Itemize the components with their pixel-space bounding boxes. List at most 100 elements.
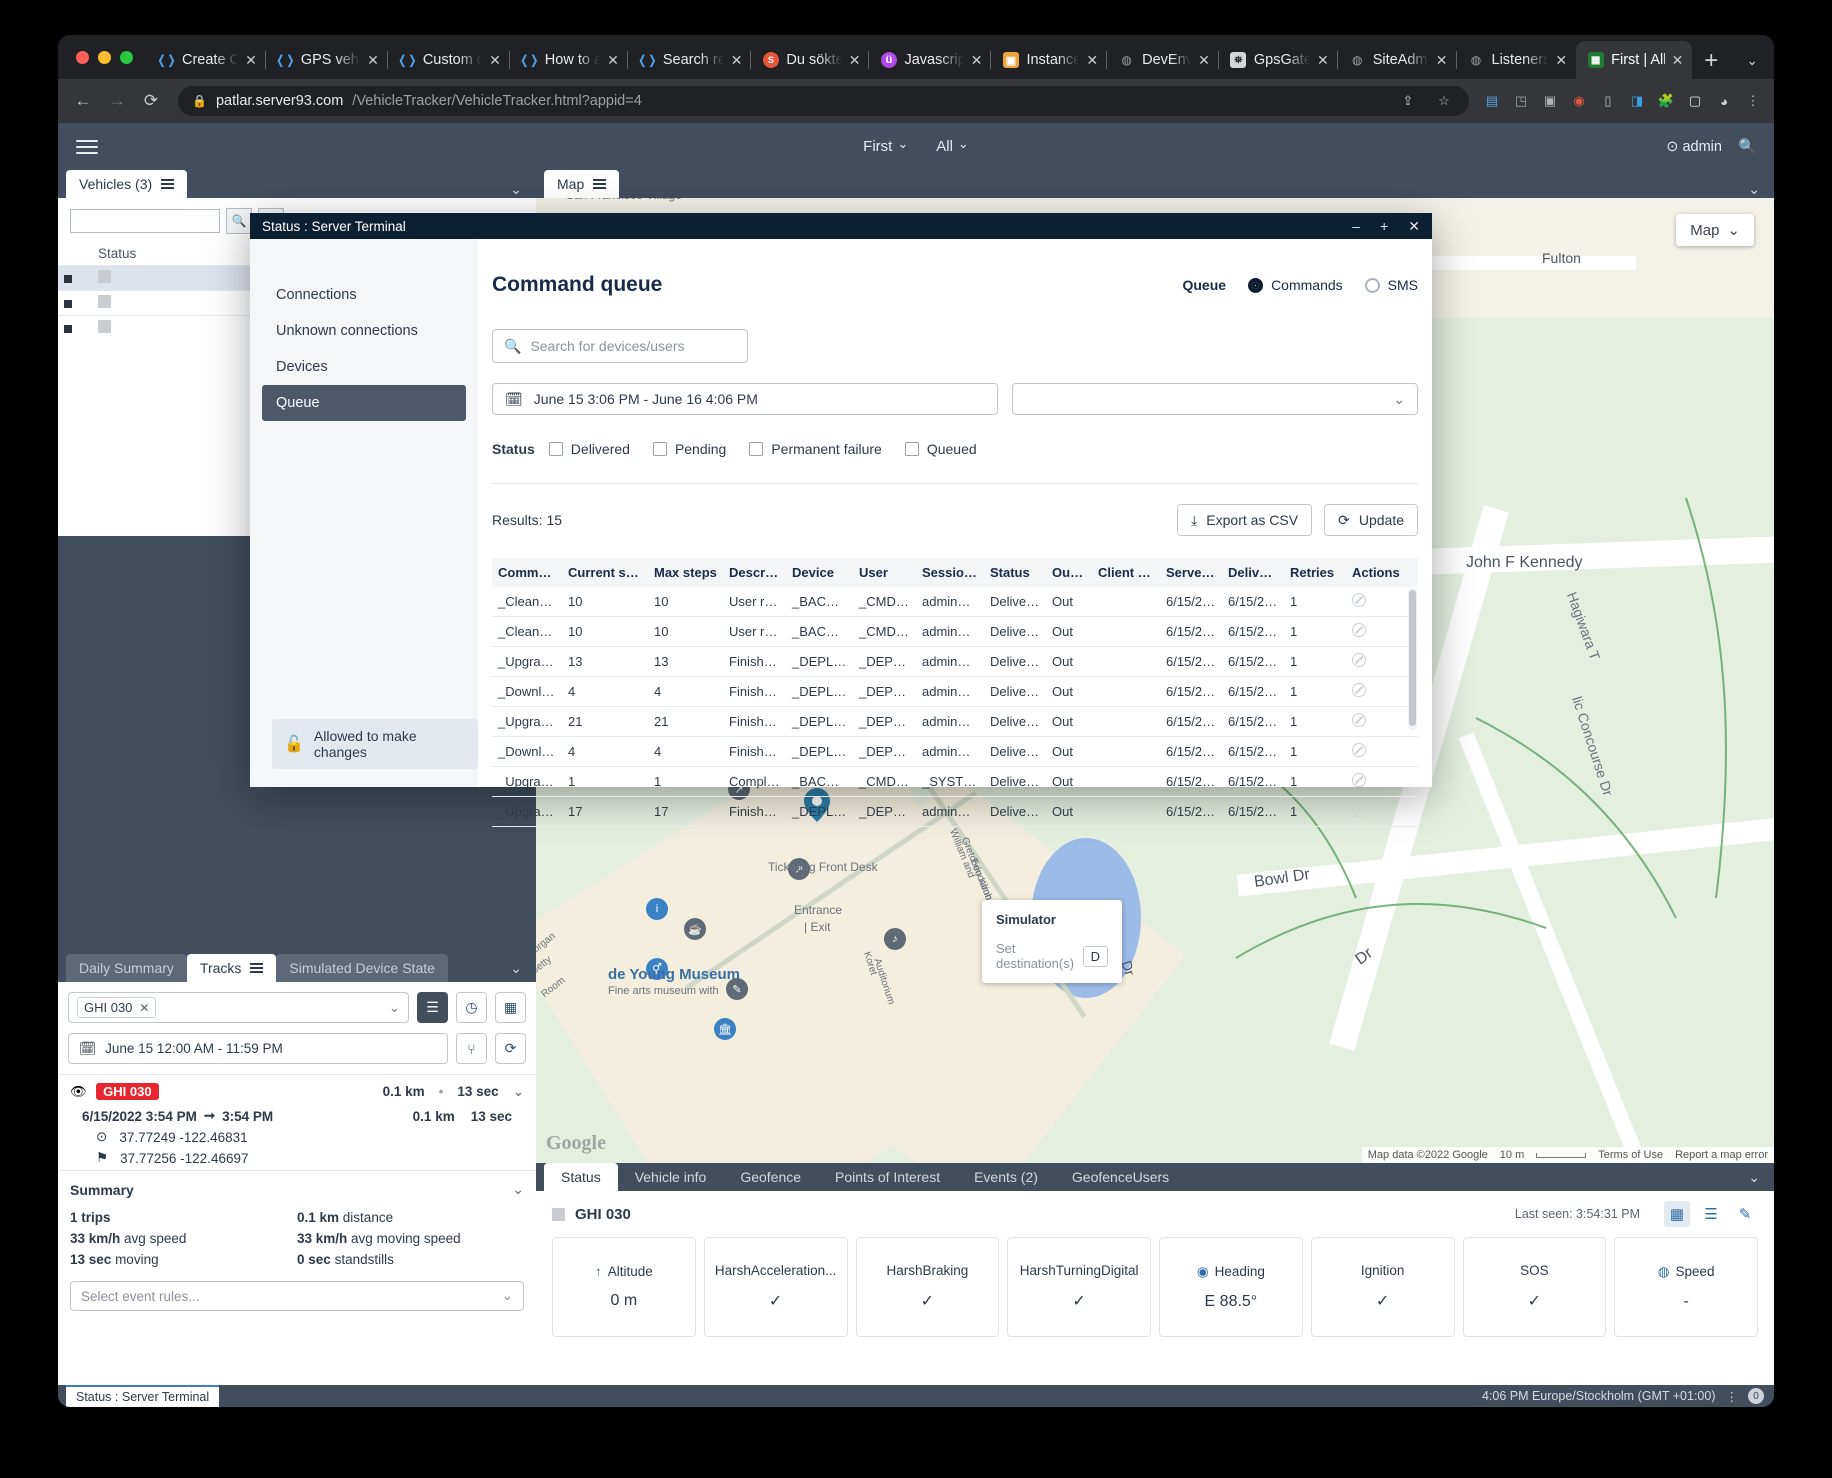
timeline-view-button[interactable]: ◷ [456,992,487,1023]
taskbar-item-server-terminal[interactable]: Status : Server Terminal [66,1385,220,1407]
table-row[interactable]: _Upgrade... 17 17 Finished ... _DEPLOY..… [492,796,1418,827]
close-icon[interactable]: ✕ [607,53,619,67]
status-bar-badge[interactable]: 0 [1748,1388,1764,1404]
tracks-date-range[interactable]: 🗓 June 15 12:00 AM - 11:59 PM [68,1033,448,1064]
table-row[interactable]: _Upgrade... 1 1 Completed _BACKGR... _CM… [492,766,1418,797]
close-icon[interactable]: ✕ [139,1001,149,1015]
map-report-link[interactable]: Report a map error [1675,1149,1768,1161]
close-window-button[interactable] [76,50,89,64]
tab-vehicle-info[interactable]: Vehicle info [618,1163,724,1191]
close-icon[interactable]: ✕ [1672,53,1684,67]
block-icon[interactable] [1352,743,1366,757]
table-row[interactable]: _Upgrade... 21 21 Finished ... _DEPLOY..… [492,706,1418,737]
lastpass-extension-icon[interactable]: ▯ [1597,90,1619,112]
status-card[interactable]: ◍ Speed - [1614,1237,1758,1337]
list-menu-icon[interactable] [250,962,264,974]
edit-icon[interactable]: ✎ [1732,1201,1758,1227]
simulator-popup[interactable]: Simulator Set destination(s) D [982,900,1122,983]
browser-tab-active[interactable]: ▦ First | All ✕ [1576,41,1693,79]
dialog-title-bar[interactable]: Status : Server Terminal – + ✕ [250,213,1432,239]
maximize-window-button[interactable] [120,50,133,64]
tab-events[interactable]: Events (2) [957,1163,1055,1191]
tab-status[interactable]: Status [544,1163,618,1191]
status-bar-menu-icon[interactable]: ⋮ [1726,1389,1739,1404]
browser-tab[interactable]: ◍ SiteAdmi ✕ [1336,41,1457,79]
list-view-button[interactable]: ☰ [417,992,448,1023]
devices-users-search[interactable]: 🔍 Search for devices/users [492,329,748,363]
queue-date-range[interactable]: 🗓 June 15 3:06 PM - June 16 4:06 PM [492,383,998,415]
bookmark-star-icon[interactable]: ☆ [1433,90,1455,112]
profile-avatar[interactable]: ◕ [1713,90,1735,112]
table-row[interactable]: _Cleanup... 10 10 User rem... _BACKGR...… [492,616,1418,647]
track-item[interactable]: 👁 GHI 030 0.1 km • 13 sec ⌄ 6/15/2022 3:… [58,1074,536,1172]
chevron-down-icon[interactable]: ⌄ [389,1000,400,1016]
close-icon[interactable]: ✕ [1555,53,1567,67]
tab-geofence-users[interactable]: GeofenceUsers [1055,1163,1186,1191]
new-tab-button[interactable]: + [1692,49,1730,79]
map-info-icon[interactable]: i [646,898,668,920]
column-header-out-in[interactable]: Out/In [1046,558,1092,587]
browser-tab[interactable]: S Du sökte ✕ [750,41,869,79]
grid-view-button[interactable]: ▦ [495,992,526,1023]
radio-sms[interactable]: SMS [1364,277,1418,293]
browser-tab[interactable]: ◍ Listeners ✕ [1455,41,1577,79]
collapse-chevron-icon[interactable]: ⌄ [1748,181,1774,198]
tab-daily-summary[interactable]: Daily Summary [66,954,187,982]
close-icon[interactable]: ✕ [489,53,501,67]
table-row[interactable]: _Cleanup... 10 10 User rem... _BACKGR...… [492,587,1418,617]
column-header-status[interactable]: Status [984,558,1046,587]
column-header-retries[interactable]: Retries [1284,558,1346,587]
chevron-down-icon[interactable]: ⌄ [513,1084,524,1100]
chevron-down-icon[interactable]: ⌄ [1393,391,1405,408]
address-bar[interactable]: 🔒 patlar.server93.com/VehicleTracker/Veh… [178,86,1469,116]
browser-tab[interactable]: ▣ Instance ✕ [990,41,1107,79]
column-header-client-time[interactable]: Client time [1092,558,1160,587]
filter-button[interactable]: ⑂ [456,1033,487,1064]
status-filter-queued[interactable]: Queued [904,441,977,457]
close-icon[interactable]: ✕ [1436,53,1448,67]
close-icon[interactable]: ✕ [731,53,743,67]
set-destination-button[interactable]: D [1082,945,1108,967]
column-header-command[interactable]: Command [492,558,562,587]
hamburger-icon[interactable] [76,139,98,154]
share-icon[interactable]: ⇪ [1397,90,1419,112]
column-header-user[interactable]: User [853,558,916,587]
grid-view-icon[interactable]: ▦ [1664,1201,1690,1227]
chevron-down-icon[interactable]: ⌄ [502,1288,513,1304]
column-header-session[interactable]: Session ... [916,558,984,587]
column-header-server-time[interactable]: Server ti... [1160,558,1222,587]
column-header-current-step[interactable]: Current step [562,558,648,587]
group-selector-first[interactable]: First [863,138,908,155]
tracks-vehicle-select[interactable]: GHI 030 ✕ ⌄ [68,992,409,1023]
vehicles-search-input[interactable] [70,209,220,233]
close-icon[interactable]: ✕ [1198,53,1210,67]
table-row[interactable]: _Upgrade... 13 13 Finished ... _DEPLOY..… [492,646,1418,677]
list-menu-icon[interactable] [161,178,175,190]
sidebar-item-unknown-connections[interactable]: Unknown connections [262,313,466,349]
close-icon[interactable]: ✕ [849,53,861,67]
maximize-icon[interactable]: + [1380,218,1388,235]
sidebar-item-connections[interactable]: Connections [262,277,466,313]
minimize-window-button[interactable] [98,50,111,64]
sidebar-item-devices[interactable]: Devices [262,349,466,385]
map-terms-link[interactable]: Terms of Use [1598,1149,1663,1161]
table-scrollbar[interactable] [1408,588,1417,730]
browser-tab[interactable]: ❬❭ Search re ✕ [626,41,752,79]
status-card[interactable]: HarshAcceleration... ✓ [703,1237,848,1337]
eye-icon[interactable]: 👁 [70,1084,87,1100]
tab-tracks[interactable]: Tracks [186,954,277,982]
tab-map[interactable]: Map [544,170,620,198]
map-type-button[interactable]: Map ⌄ [1676,214,1754,246]
block-icon[interactable] [1352,773,1366,787]
reload-button[interactable]: ⟳ [136,86,166,116]
back-button[interactable]: ← [68,86,98,116]
status-card[interactable]: SOS ✓ [1462,1237,1607,1337]
status-card[interactable]: HarshTurningDigital ✓ [1007,1237,1151,1337]
collapse-chevron-icon[interactable]: ⌄ [510,181,536,198]
summary-header[interactable]: Summary ⌄ [58,1170,536,1208]
close-icon[interactable]: ✕ [971,53,983,67]
minimize-icon[interactable]: – [1352,218,1360,235]
collapse-chevron-icon[interactable]: ⌄ [510,960,536,982]
queue-secondary-filter[interactable]: ⌄ [1012,383,1418,415]
browser-tab[interactable]: ❬❭ How to a ✕ [508,41,628,79]
